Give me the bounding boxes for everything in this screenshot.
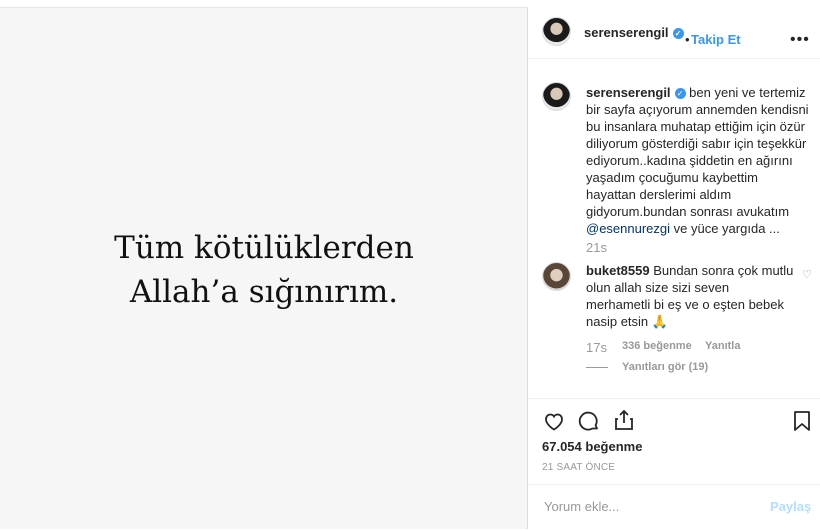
caption-time[interactable]: 21s — [586, 240, 607, 255]
caption-text-part-1: ben yeni ve tertemiz bir sayfa açıyorum … — [586, 85, 809, 219]
post-header: serenserengil ✓ • Takip Et ••• — [528, 8, 820, 59]
verified-badge-icon: ✓ — [672, 28, 684, 40]
post-comment-button[interactable]: Paylaş — [770, 499, 811, 514]
comment-bubble-icon[interactable] — [577, 409, 601, 433]
post-date[interactable]: 21 SAAT ÖNCE — [542, 462, 615, 473]
more-options-icon[interactable]: ••• — [790, 31, 810, 49]
commenter-avatar[interactable] — [542, 262, 571, 291]
caption-text-part-2: ve yüce yargıda ... — [670, 221, 780, 236]
comment-like-heart-icon[interactable]: ♡ — [802, 268, 812, 281]
separator-dot: • — [685, 32, 690, 47]
verified-badge-icon: ✓ — [674, 88, 686, 100]
author-username-text[interactable]: serenserengil — [584, 25, 669, 40]
author-avatar[interactable] — [542, 17, 571, 46]
reply-button[interactable]: Yanıtla — [705, 340, 740, 352]
post-caption: serenserengil ✓ ben yeni ve tertemiz bir … — [586, 84, 810, 237]
save-bookmark-icon[interactable] — [790, 409, 814, 433]
post-likes-count[interactable]: 67.054 beğenme — [542, 439, 642, 454]
post-sidebar: serenserengil ✓ • Takip Et ••• serenseren… — [528, 0, 820, 529]
comment-likes[interactable]: 336 beğenme — [622, 340, 692, 352]
image-line-2: Allah’a sığınırım. — [129, 274, 399, 310]
caption-username[interactable]: serenserengil — [586, 85, 671, 100]
view-replies-button[interactable]: Yanıtları gör (19) — [622, 361, 708, 373]
post-image[interactable]: Tüm kötülüklerden Allah’a sığınırım. — [0, 8, 528, 529]
follow-button[interactable]: Takip Et — [691, 32, 741, 47]
post-actions: 67.054 beğenme 21 SAAT ÖNCE Paylaş — [528, 398, 820, 530]
author-username[interactable]: serenserengil ✓ — [584, 25, 684, 40]
share-icon[interactable] — [612, 408, 636, 432]
comment-item: buket8559 Bundan sonra çok mutlu olun al… — [586, 262, 796, 330]
image-line-1: Tüm kötülüklerden — [114, 230, 414, 266]
comment-time[interactable]: 17s — [586, 340, 607, 355]
comment-input[interactable] — [542, 498, 756, 515]
comment-bar: Paylaş — [528, 484, 820, 531]
caption-author-avatar[interactable] — [542, 82, 571, 111]
like-heart-icon[interactable] — [542, 409, 566, 433]
comment-username[interactable]: buket8559 — [586, 263, 650, 278]
caption-mention-link[interactable]: @esennurezgi — [586, 221, 670, 236]
replies-divider-line — [586, 367, 608, 368]
